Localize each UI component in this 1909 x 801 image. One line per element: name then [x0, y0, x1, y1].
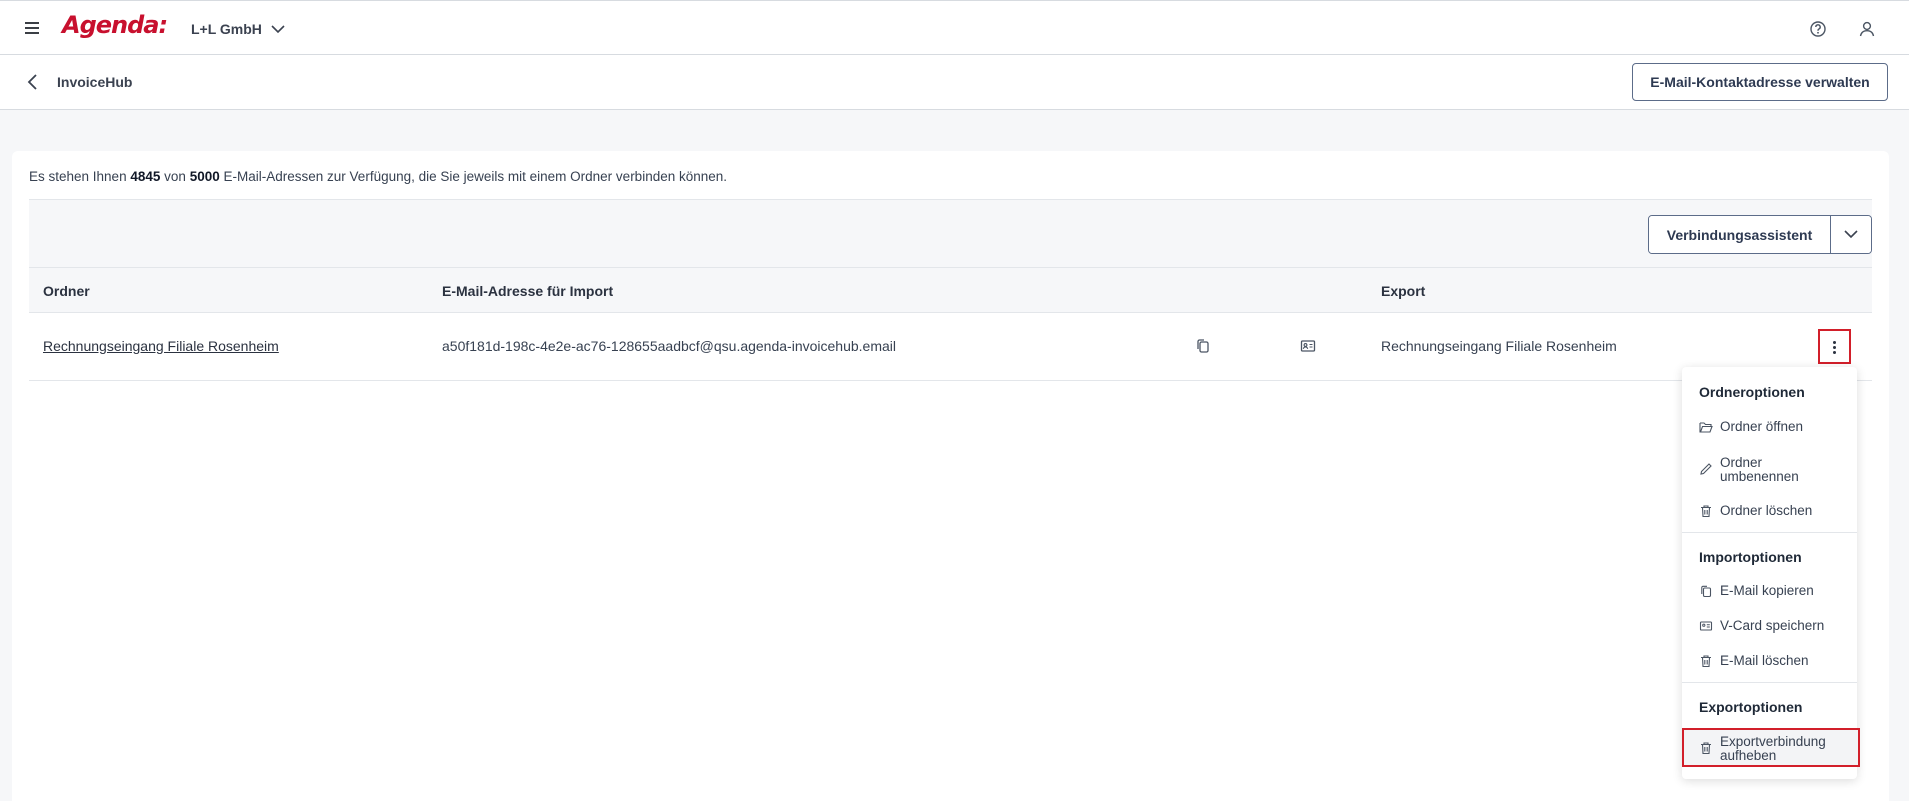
copy-icon[interactable] [1194, 337, 1212, 355]
menu-item-save-vcard[interactable]: V-Card speichern [1682, 619, 1857, 633]
menu-divider [1682, 682, 1857, 683]
menu-item-remove-export-connection[interactable]: Exportverbindung aufheben [1682, 728, 1860, 767]
menu-item-label: E-Mail kopieren [1720, 583, 1814, 598]
vcard-icon [1699, 621, 1713, 631]
menu-item-label: Ordner umbenennen [1720, 455, 1799, 484]
vcard-icon[interactable] [1299, 337, 1317, 355]
menu-item-label: Exportverbindung aufheben [1720, 734, 1826, 763]
menu-item-label: E-Mail löschen [1720, 653, 1809, 668]
column-header-export[interactable]: Export [1381, 283, 1425, 299]
help-icon[interactable] [1808, 19, 1828, 39]
info-middle: von [164, 169, 186, 184]
company-selector[interactable]: L+L GmbH [191, 21, 285, 37]
menu-divider [1682, 532, 1857, 533]
trash-icon [1701, 742, 1711, 755]
menu-section-folder-options: Ordneroptionen [1699, 384, 1805, 400]
available-count: 4845 [130, 169, 161, 184]
connection-assistant-button[interactable]: Verbindungsassistent [1649, 216, 1831, 253]
row-actions-button[interactable] [1818, 329, 1851, 364]
info-prefix: Es stehen Ihnen [29, 169, 127, 184]
chevron-down-icon [1844, 230, 1858, 239]
column-header-folder[interactable]: Ordner [43, 283, 90, 299]
assistant-split-button: Verbindungsassistent [1648, 215, 1872, 254]
company-name: L+L GmbH [191, 21, 262, 37]
manage-contact-email-button[interactable]: E-Mail-Kontaktadresse verwalten [1632, 63, 1888, 101]
chevron-left-icon[interactable] [24, 72, 42, 92]
menu-item-delete-email[interactable]: E-Mail löschen [1682, 654, 1857, 668]
pencil-icon [1700, 463, 1712, 475]
trash-icon [1701, 655, 1711, 668]
menu-section-import-options: Importoptionen [1699, 549, 1802, 565]
menu-item-open-folder[interactable]: Ordner öffnen [1682, 420, 1857, 434]
menu-item-delete-folder[interactable]: Ordner löschen [1682, 504, 1857, 518]
folder-open-icon [1699, 422, 1713, 433]
row-actions-menu: Ordneroptionen Ordner öffnen Ordner umbe… [1682, 367, 1860, 779]
user-icon[interactable] [1857, 19, 1877, 39]
chevron-down-icon [271, 24, 285, 33]
menu-item-label: V-Card speichern [1720, 618, 1825, 633]
menu-item-label: Ordner löschen [1720, 503, 1813, 518]
menu-item-copy-email[interactable]: E-Mail kopieren [1682, 584, 1857, 598]
main-card: Es stehen Ihnen 4845 von 5000 E-Mail-Adr… [12, 151, 1889, 801]
copy-icon [1701, 585, 1712, 598]
agenda-logo[interactable]: Agenda: [62, 11, 168, 39]
page-title: InvoiceHub [57, 74, 133, 90]
info-suffix: E-Mail-Adressen zur Verfügung, die Sie j… [223, 169, 728, 184]
column-header-import-email[interactable]: E-Mail-Adresse für Import [442, 283, 613, 299]
trash-icon [1701, 505, 1711, 518]
table-toolbar: Verbindungsassistent [29, 199, 1872, 267]
table-header: Ordner E-Mail-Adresse für Import Export [29, 267, 1872, 313]
table-row: Rechnungseingang Filiale Rosenheim a50f1… [29, 313, 1872, 381]
top-bar: Agenda: L+L GmbH [0, 0, 1909, 55]
export-folder: Rechnungseingang Filiale Rosenheim [1381, 338, 1617, 354]
availability-info: Es stehen Ihnen 4845 von 5000 E-Mail-Adr… [29, 169, 727, 184]
assistant-dropdown-button[interactable] [1831, 216, 1871, 253]
page-header: InvoiceHub E-Mail-Kontaktadresse verwalt… [0, 55, 1909, 110]
menu-item-label: Ordner öffnen [1720, 419, 1804, 434]
menu-icon[interactable] [24, 20, 42, 36]
folder-link[interactable]: Rechnungseingang Filiale Rosenheim [43, 338, 279, 354]
import-email-address: a50f181d-198c-4e2e-ac76-128655aadbcf@qsu… [442, 338, 896, 354]
menu-item-rename-folder[interactable]: Ordner umbenennen [1682, 456, 1857, 484]
total-count: 5000 [189, 169, 220, 184]
menu-section-export-options: Exportoptionen [1699, 699, 1803, 715]
